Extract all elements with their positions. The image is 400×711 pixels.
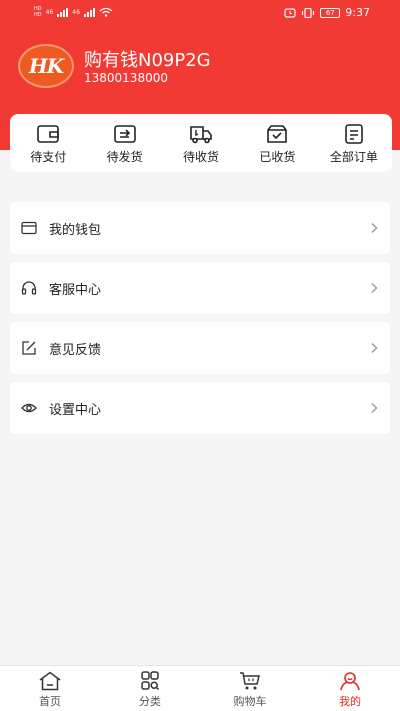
- menu-wallet[interactable]: 我的钱包: [10, 202, 390, 254]
- hd-indicator: HD HD: [34, 6, 42, 18]
- status-bar: HD HD 46 46 67 9:37: [0, 0, 400, 26]
- chevron-right-icon: [371, 223, 378, 233]
- bottom-tab-bar: 首页 分类 购物车 我的: [0, 665, 400, 711]
- chevron-right-icon: [371, 343, 378, 353]
- wifi-icon: [99, 7, 113, 17]
- edit-icon: [22, 341, 36, 355]
- chevron-right-icon: [371, 283, 378, 293]
- clock: 9:37: [345, 6, 370, 19]
- card-icon: [21, 221, 37, 235]
- truck-icon: [190, 126, 212, 144]
- vibrate-icon: [302, 7, 315, 18]
- order-pending-shipment[interactable]: 待发货: [86, 114, 162, 172]
- home-icon: [39, 671, 61, 691]
- signal-icon-2: [83, 7, 95, 17]
- signal-icon: [57, 7, 69, 17]
- order-status-bar: 待支付 待发货 待收货 已收货 全部订单: [10, 114, 392, 172]
- tab-home[interactable]: 首页: [0, 666, 100, 711]
- avatar[interactable]: HK: [18, 44, 74, 88]
- alarm-icon: [284, 7, 296, 18]
- received-box-icon: [267, 125, 288, 143]
- tab-mine[interactable]: 我的: [300, 666, 400, 711]
- network-label-2: 46: [72, 8, 80, 16]
- menu-customer-service[interactable]: 客服中心: [10, 262, 390, 314]
- user-phone: 13800138000: [84, 71, 168, 85]
- headset-icon: [21, 281, 37, 295]
- order-pending-receipt[interactable]: 待收货: [163, 114, 239, 172]
- order-list-icon: [345, 124, 363, 144]
- order-pending-payment[interactable]: 待支付: [10, 114, 86, 172]
- order-received[interactable]: 已收货: [239, 114, 315, 172]
- menu-feedback[interactable]: 意见反馈: [10, 322, 390, 374]
- order-all[interactable]: 全部订单: [316, 114, 392, 172]
- status-bar-right: 67 9:37: [284, 6, 370, 19]
- battery-icon: 67: [320, 7, 341, 18]
- eye-icon: [21, 403, 37, 413]
- status-bar-left: HD HD 46 46: [34, 6, 113, 18]
- tab-cart[interactable]: 购物车: [200, 666, 300, 711]
- chevron-right-icon: [371, 403, 378, 413]
- wallet-icon: [37, 125, 60, 143]
- cart-icon: [240, 672, 260, 690]
- user-icon: [340, 672, 360, 691]
- category-icon: [141, 671, 160, 691]
- tab-category[interactable]: 分类: [100, 666, 200, 711]
- network-label: 46: [45, 8, 54, 16]
- user-name: 购有钱N09P2G: [84, 50, 211, 71]
- ship-box-icon: [113, 125, 136, 143]
- menu-settings[interactable]: 设置中心: [10, 382, 390, 434]
